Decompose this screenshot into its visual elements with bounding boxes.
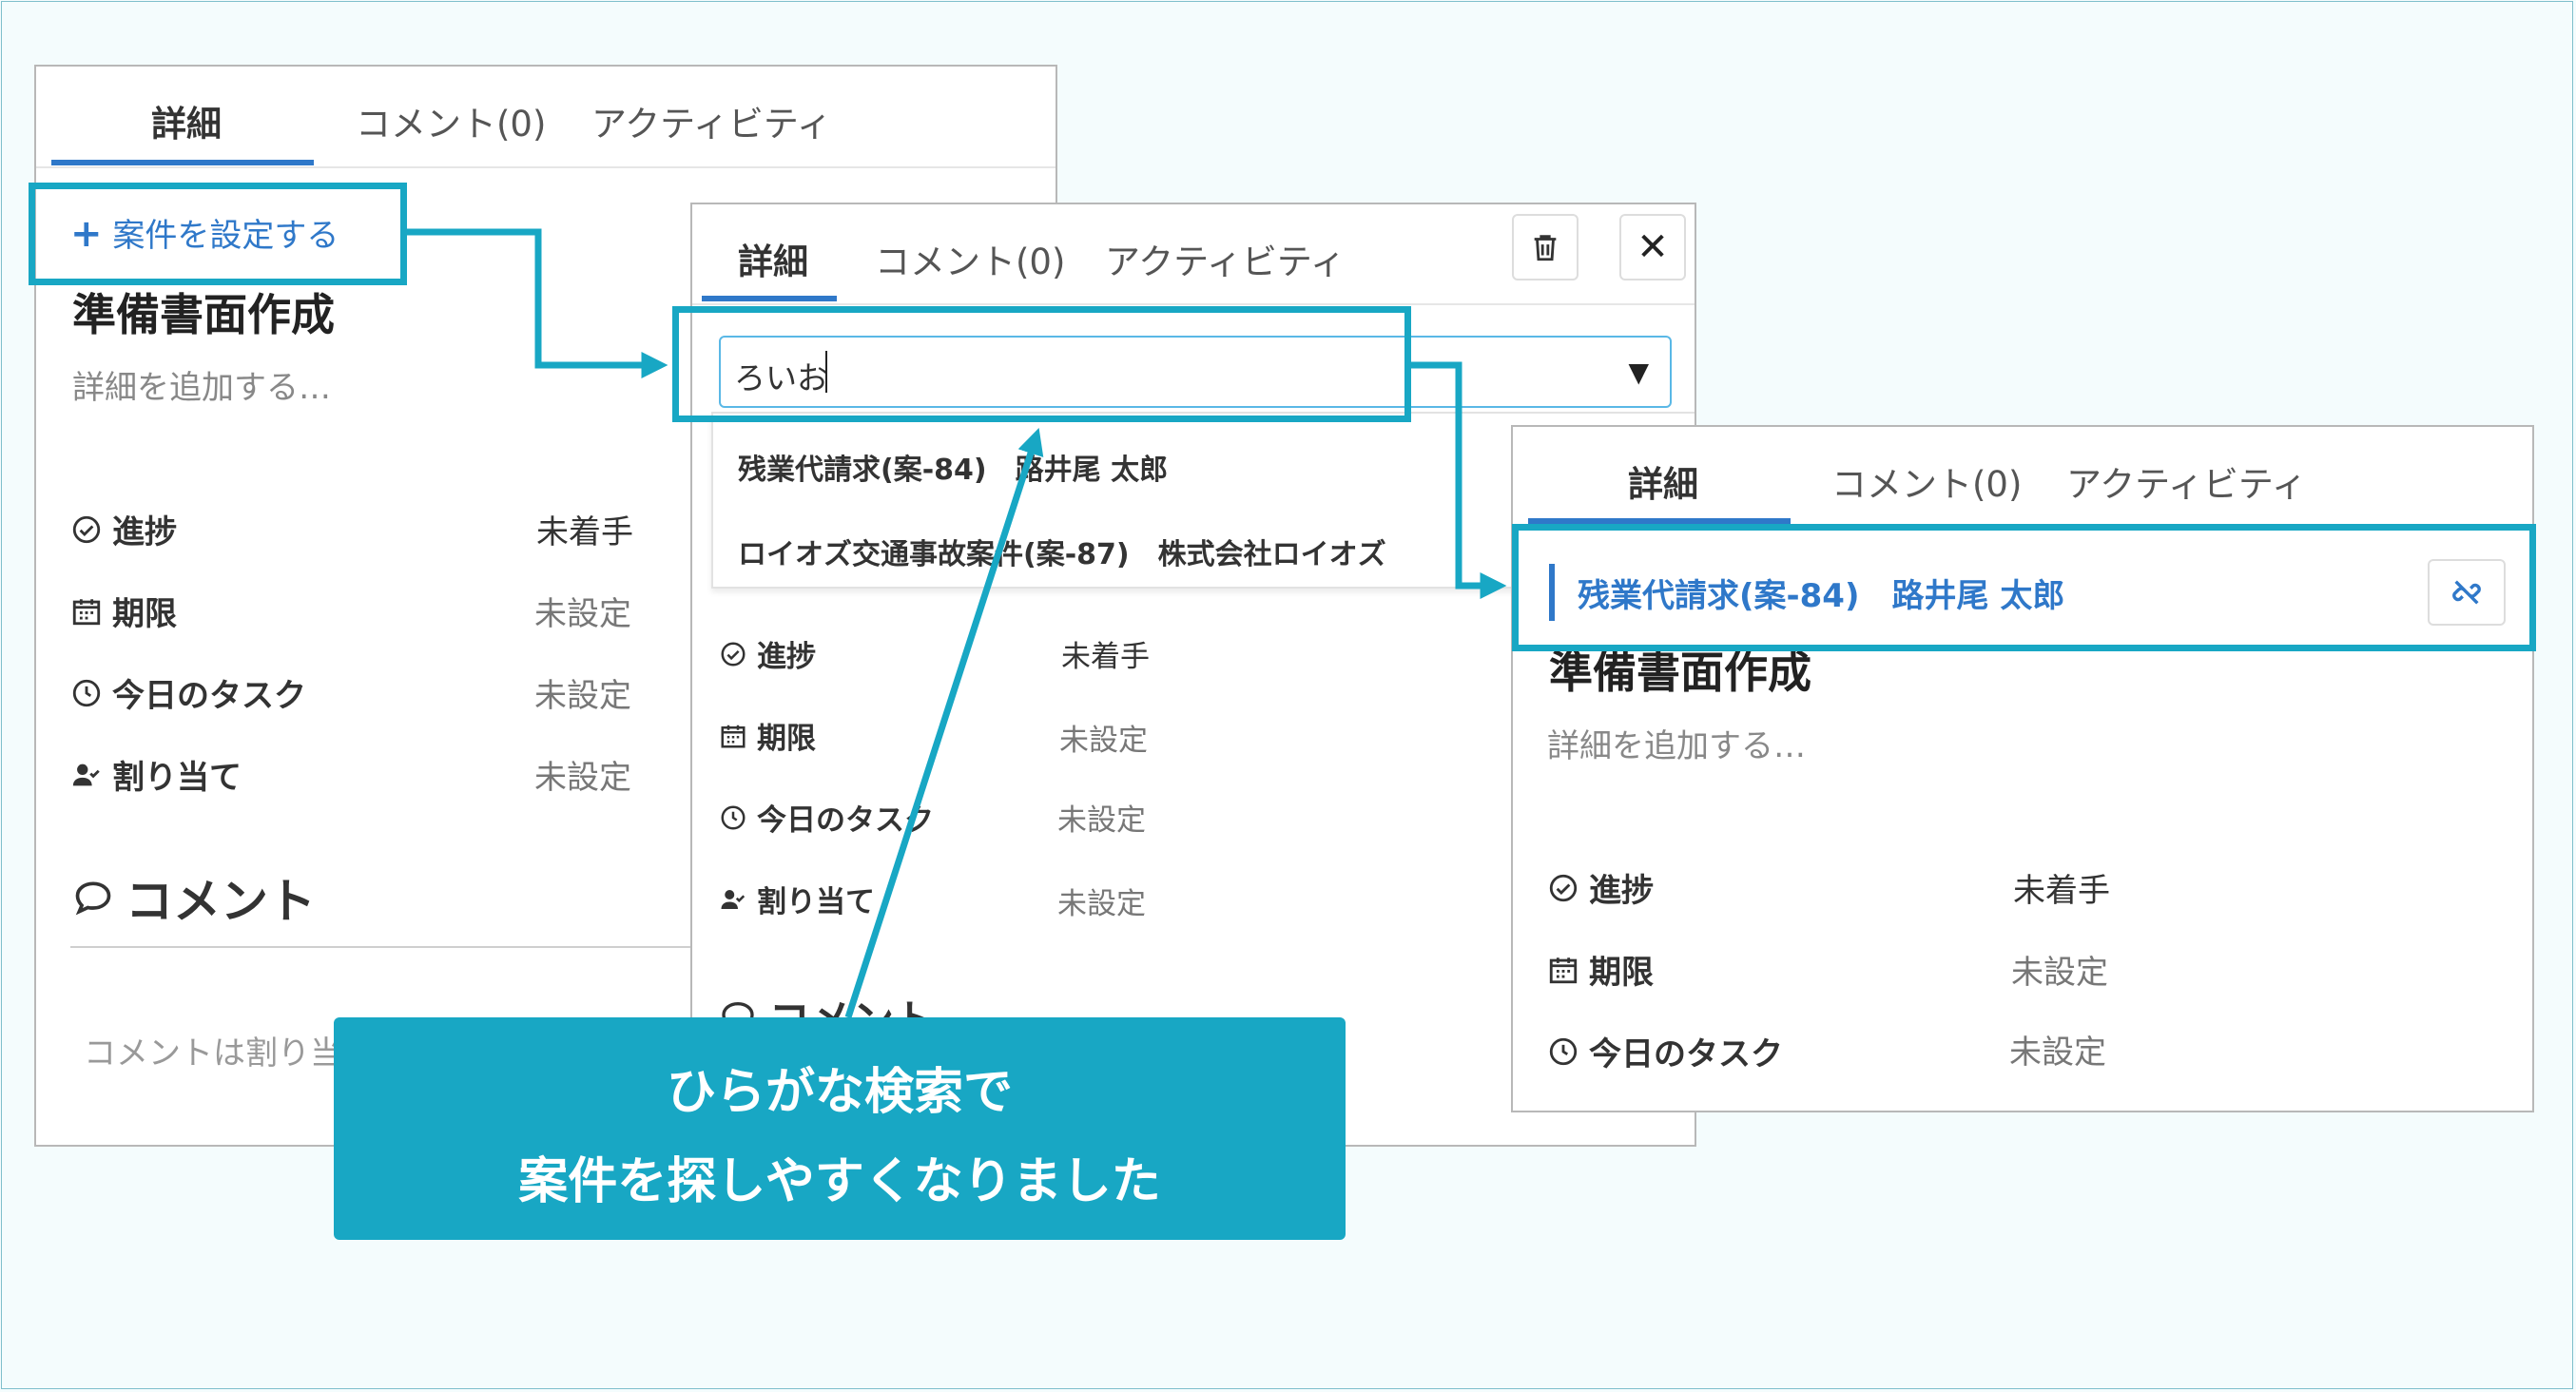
user-check-icon: [719, 885, 747, 914]
user-check-icon: [70, 759, 103, 791]
tab-active-indicator: [702, 296, 837, 301]
today-task-value[interactable]: 未設定: [534, 669, 631, 716]
search-result-item[interactable]: ロイオズ交通事故案件(案-87) 株式会社ロイオズ: [738, 531, 1386, 572]
tab-activity[interactable]: アクティビティ: [1105, 233, 1346, 284]
calendar-icon: [70, 595, 103, 628]
tab-comment[interactable]: コメント(0): [356, 95, 546, 146]
callout-line-1: ひらがな検索で: [666, 1064, 1013, 1121]
highlight-selected-case: [1512, 524, 2536, 651]
feature-callout: ひらがな検索で 案件を探しやすくなりました: [334, 1017, 1346, 1240]
description-field[interactable]: 詳細を追加する…: [1547, 720, 1806, 766]
tab-activity[interactable]: アクティビティ: [591, 95, 832, 146]
trash-icon: [1529, 231, 1561, 263]
deadline-value[interactable]: 未設定: [2011, 946, 2108, 993]
clock-icon: [719, 803, 747, 832]
deadline-value[interactable]: 未設定: [1059, 716, 1148, 759]
speech-bubble-icon: [72, 877, 114, 918]
today-task-value[interactable]: 未設定: [2009, 1026, 2106, 1073]
tab-bar: 詳細 コメント(0) アクティビティ: [1513, 427, 2532, 528]
calendar-icon: [719, 722, 747, 750]
tab-comment[interactable]: コメント(0): [1831, 455, 2022, 507]
check-circle-icon: [70, 513, 103, 546]
tab-active-indicator: [51, 160, 314, 165]
check-circle-icon: [1547, 872, 1579, 904]
progress-label: 進捗: [719, 632, 816, 675]
clock-icon: [1547, 1035, 1579, 1068]
today-task-label: 今日のタスク: [70, 669, 306, 716]
clock-icon: [70, 677, 103, 709]
progress-label: 進捗: [70, 506, 177, 552]
task-title[interactable]: 準備書面作成: [72, 280, 335, 343]
progress-value[interactable]: 未着手: [1061, 632, 1150, 675]
tab-activity[interactable]: アクティビティ: [2066, 455, 2307, 507]
assignee-label: 割り当て: [719, 878, 875, 920]
today-task-label: 今日のタスク: [1547, 1028, 1783, 1074]
assignee-label: 割り当て: [70, 751, 242, 798]
today-task-label: 今日のタスク: [719, 796, 934, 839]
progress-value[interactable]: 未着手: [2013, 864, 2110, 911]
today-task-value[interactable]: 未設定: [1057, 796, 1146, 839]
highlight-set-case: [29, 183, 407, 285]
deadline-label: 期限: [1547, 946, 1654, 993]
delete-button[interactable]: [1512, 214, 1579, 280]
assignee-value[interactable]: 未設定: [1057, 880, 1146, 922]
check-circle-icon: [719, 640, 747, 668]
assignee-value[interactable]: 未設定: [534, 751, 631, 798]
highlight-search-input: [672, 306, 1411, 422]
description-field[interactable]: 詳細を追加する…: [72, 361, 331, 408]
progress-value[interactable]: 未着手: [536, 506, 633, 552]
calendar-icon: [1547, 954, 1579, 986]
comment-heading: コメント: [72, 863, 316, 932]
tab-bar: 詳細 コメント(0) アクティビティ: [36, 67, 1056, 168]
caret-down-icon[interactable]: ▼: [1628, 357, 1649, 388]
tab-detail[interactable]: 詳細: [738, 233, 808, 284]
tab-comment[interactable]: コメント(0): [875, 233, 1065, 284]
deadline-label: 期限: [719, 714, 816, 757]
progress-label: 進捗: [1547, 864, 1654, 911]
tab-detail[interactable]: 詳細: [1628, 455, 1698, 507]
callout-line-2: 案件を探しやすくなりました: [518, 1153, 1161, 1210]
search-result-item[interactable]: 残業代請求(案-84) 路井尾 太郎: [738, 446, 1168, 488]
close-icon: ✕: [1637, 225, 1669, 269]
close-button[interactable]: ✕: [1619, 214, 1686, 280]
deadline-label: 期限: [70, 588, 177, 634]
deadline-value[interactable]: 未設定: [534, 588, 631, 634]
tab-detail[interactable]: 詳細: [151, 95, 222, 146]
